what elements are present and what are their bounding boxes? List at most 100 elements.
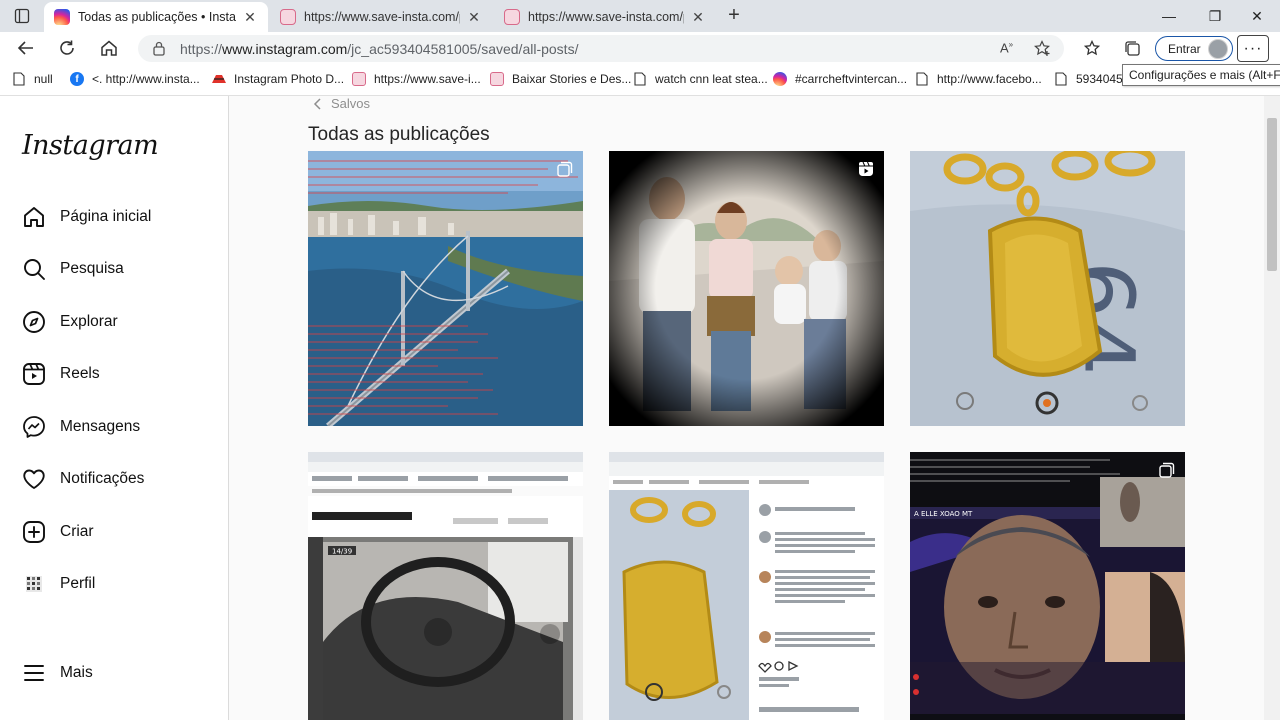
url-text: https://www.instagram.com/jc_ac593404581…: [180, 41, 579, 57]
close-tab-icon[interactable]: ✕: [690, 9, 706, 26]
reels-icon: [859, 161, 873, 176]
home-icon: [101, 40, 117, 56]
nav-home[interactable]: Página inicial: [22, 205, 151, 229]
page-icon: [915, 72, 929, 86]
post-image-family-portrait: [609, 151, 884, 426]
bookmark-item[interactable]: Baixar Stories e Des...: [490, 72, 631, 86]
bookmark-item[interactable]: http://www.facebo...: [915, 72, 1042, 86]
new-tab-button[interactable]: +: [722, 4, 746, 28]
scrollbar-thumb[interactable]: [1267, 118, 1277, 271]
add-favorite-icon[interactable]: [1034, 40, 1052, 57]
nav-more[interactable]: Mais: [22, 661, 93, 685]
nav-notifications[interactable]: Notificações: [22, 467, 144, 491]
tab-title: https://www.save-insta.com/pt-p: [304, 10, 460, 24]
post-image-comment-screenshot: [609, 452, 884, 720]
save-insta-icon: [490, 72, 504, 86]
post-image-man-portrait: A ELLE XOAO MT: [910, 452, 1185, 720]
address-bar[interactable]: https://www.instagram.com/jc_ac593404581…: [138, 35, 1064, 62]
bookmark-item[interactable]: f <. http://www.insta...: [70, 72, 200, 86]
back-arrow-icon: [17, 41, 33, 55]
address-toolbar: https://www.instagram.com/jc_ac593404581…: [0, 32, 1280, 64]
nav-create[interactable]: Criar: [22, 520, 94, 544]
tab-actions-button[interactable]: [8, 5, 36, 27]
save-insta-favicon-icon: [280, 9, 296, 25]
saved-post-comment-screenshot[interactable]: [609, 452, 884, 720]
compass-icon: [23, 311, 45, 333]
bookmark-item[interactable]: watch cnn leat stea...: [633, 72, 768, 86]
chevron-left-icon: [313, 97, 321, 110]
saved-post-truck-listing[interactable]: 14/39: [308, 452, 583, 720]
favorites-icon[interactable]: [1083, 40, 1101, 57]
close-tab-icon[interactable]: ✕: [466, 9, 482, 26]
search-icon: [24, 259, 45, 280]
tab-actions-icon: [14, 8, 30, 24]
home-icon: [24, 207, 44, 227]
profile-avatar-icon: [26, 576, 42, 592]
nav-messages[interactable]: Mensagens: [22, 415, 140, 439]
bookmark-item[interactable]: 59340458: [1054, 72, 1129, 86]
bookmark-item[interactable]: null: [12, 72, 53, 86]
nav-search[interactable]: Pesquisa: [22, 257, 124, 281]
page-icon: [633, 72, 647, 86]
page-title: Todas as publicações: [308, 124, 490, 145]
close-tab-icon[interactable]: ✕: [242, 9, 258, 26]
saved-post-gold-medallion[interactable]: 64: [910, 151, 1185, 426]
plus-square-icon: [23, 521, 45, 543]
svg-text:A ELLE XOAO MT: A ELLE XOAO MT: [914, 510, 973, 518]
instagram-icon: [773, 72, 787, 86]
saved-post-bridge-city[interactable]: [308, 151, 583, 426]
instagram-sidebar: Instagram Página inicial Pesquisa Explor…: [0, 96, 229, 720]
tab-instagram[interactable]: Todas as publicações • Instagram ✕: [44, 2, 268, 32]
messenger-icon: [23, 416, 45, 438]
heart-icon: [23, 469, 45, 489]
settings-and-more-button[interactable]: ···: [1237, 35, 1269, 62]
post-image-truck-listing: 14/39: [308, 452, 583, 720]
post-image-bridge-city: [308, 151, 583, 426]
tab-title: Todas as publicações • Instagram: [78, 10, 236, 24]
instagram-favicon-icon: [54, 9, 70, 25]
lock-icon[interactable]: [152, 41, 166, 56]
collections-icon[interactable]: [1123, 40, 1141, 57]
saved-post-family-portrait[interactable]: [609, 151, 884, 426]
minimize-button[interactable]: —: [1146, 0, 1192, 32]
profile-avatar-icon: [1208, 39, 1228, 59]
settings-tooltip: Configurações e mais (Alt+F): [1122, 64, 1280, 86]
more-dots-icon: ···: [1243, 39, 1263, 57]
favorites-bar: null f <. http://www.insta... Instagram …: [0, 64, 1280, 96]
tab-save-insta-2[interactable]: https://www.save-insta.com/pt-p ✕: [494, 2, 716, 32]
home-button[interactable]: [95, 36, 123, 60]
back-to-saved-link[interactable]: Salvos: [311, 96, 370, 111]
bookmark-item[interactable]: #carrcheftvintercan...: [773, 72, 907, 86]
nav-profile[interactable]: Perfil: [22, 572, 95, 596]
read-aloud-icon[interactable]: A»: [1000, 40, 1013, 55]
facebook-icon: f: [70, 72, 84, 86]
tab-save-insta-1[interactable]: https://www.save-insta.com/pt-p ✕: [270, 2, 492, 32]
carousel-icon: [557, 161, 573, 177]
carousel-icon: [1159, 462, 1175, 478]
bookmark-item[interactable]: Instagram Photo D...: [212, 72, 344, 86]
nav-explore[interactable]: Explorar: [22, 310, 118, 334]
saved-post-man-portrait[interactable]: A ELLE XOAO MT: [910, 452, 1185, 720]
nav-reels[interactable]: Reels: [22, 362, 100, 386]
post-image-gold-medallion: 64: [910, 151, 1185, 426]
reels-icon: [23, 363, 45, 385]
svg-text:14/39: 14/39: [332, 548, 352, 556]
sign-in-button[interactable]: Entrar: [1155, 36, 1233, 61]
maximize-button[interactable]: ❐: [1192, 0, 1238, 32]
back-button[interactable]: [12, 36, 40, 60]
sign-in-label: Entrar: [1168, 41, 1201, 56]
save-insta-favicon-icon: [504, 9, 520, 25]
instagram-logo[interactable]: Instagram: [22, 130, 159, 161]
browser-tab-bar: Todas as publicações • Instagram ✕ https…: [0, 0, 1280, 32]
bookmark-item[interactable]: https://www.save-i...: [352, 72, 481, 86]
brand-red-icon: [212, 72, 226, 86]
tab-title: https://www.save-insta.com/pt-p: [528, 10, 684, 24]
menu-icon: [24, 665, 44, 681]
close-window-button[interactable]: ✕: [1234, 0, 1280, 32]
page-icon: [12, 72, 26, 86]
saved-posts-main: Salvos Todas as publicações 64 14/39 A E…: [229, 96, 1264, 720]
page-icon: [1054, 72, 1068, 86]
reload-button[interactable]: [53, 36, 81, 60]
save-insta-icon: [352, 72, 366, 86]
reload-icon: [60, 40, 74, 55]
